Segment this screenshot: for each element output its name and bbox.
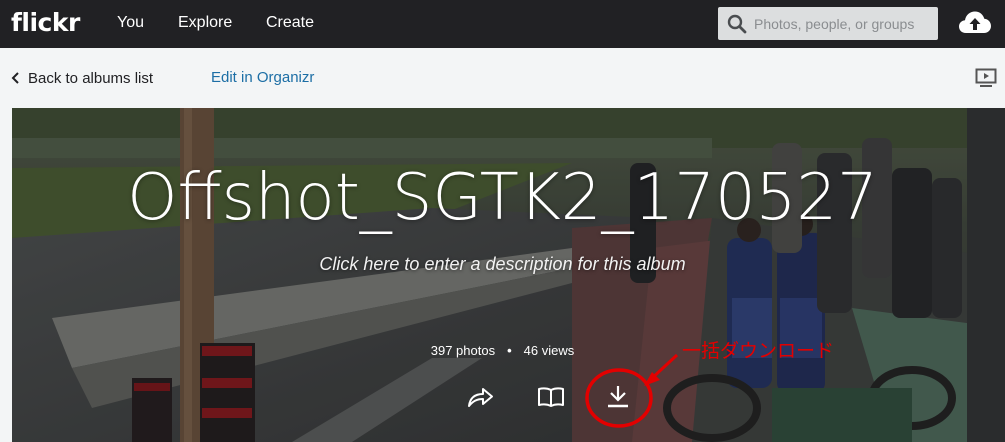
view-count: 46 views [523,343,575,358]
nav-explore[interactable]: Explore [178,14,232,32]
slideshow-icon[interactable] [975,68,997,88]
album-subbar: Back to albums list Edit in Organizr [0,48,1005,108]
share-icon[interactable] [465,384,495,410]
download-icon[interactable] [603,384,633,410]
download-annotation-label: 一括ダウンロード [682,341,835,362]
book-icon[interactable] [536,384,566,410]
album-stats: 397 photos • 46 views [12,343,1005,359]
search-icon[interactable] [727,14,747,34]
top-nav: flickr You Explore Create [0,0,1005,48]
photo-count: 397 photos [430,343,496,358]
search-input[interactable] [754,7,934,40]
nav-create[interactable]: Create [266,14,314,32]
back-to-albums-link[interactable]: Back to albums list [10,69,153,87]
cloud-upload-icon[interactable] [958,9,992,37]
stats-separator: • [507,343,512,358]
flickr-logo[interactable]: flickr [11,9,80,37]
album-description-input[interactable]: Click here to enter a description for th… [12,253,1005,275]
nav-you[interactable]: You [117,14,144,32]
album-hero: Offshot_SGTK2_170527 Click here to enter… [12,108,1005,442]
chevron-left-icon [11,72,19,84]
album-cover-photo [12,108,1005,442]
back-label: Back to albums list [28,69,154,87]
search-box [718,7,938,40]
edit-in-organizr-link[interactable]: Edit in Organizr [211,69,314,87]
album-title[interactable]: Offshot_SGTK2_170527 [12,160,1005,236]
